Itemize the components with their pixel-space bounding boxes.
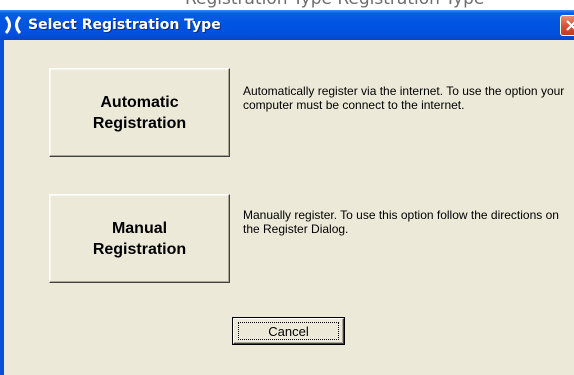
automatic-button-line2: Registration <box>92 114 187 132</box>
window-frame-left <box>0 40 4 375</box>
automatic-registration-description: Automatically register via the internet.… <box>243 84 565 112</box>
title-bar[interactable]: Select Registration Type <box>0 10 574 40</box>
window-title: Select Registration Type <box>28 17 221 33</box>
manual-button-line2: Registration <box>92 240 187 258</box>
manual-registration-description: Manually register. To use this option fo… <box>243 208 559 236</box>
focus-rectangle <box>238 322 339 340</box>
manual-registration-button[interactable]: Manual Registration <box>49 194 230 283</box>
cancel-button[interactable]: Cancel <box>233 318 344 344</box>
background-window-text: Registration Type Registration Type <box>185 0 484 9</box>
automatic-button-line1: Automatic <box>100 93 179 111</box>
x-logo-icon <box>4 16 22 34</box>
manual-button-line1: Manual <box>111 219 168 237</box>
automatic-registration-button[interactable]: Automatic Registration <box>49 68 230 157</box>
close-icon <box>566 20 574 31</box>
background-window-strip: Registration Type Registration Type <box>0 0 574 10</box>
close-button[interactable] <box>560 15 574 36</box>
